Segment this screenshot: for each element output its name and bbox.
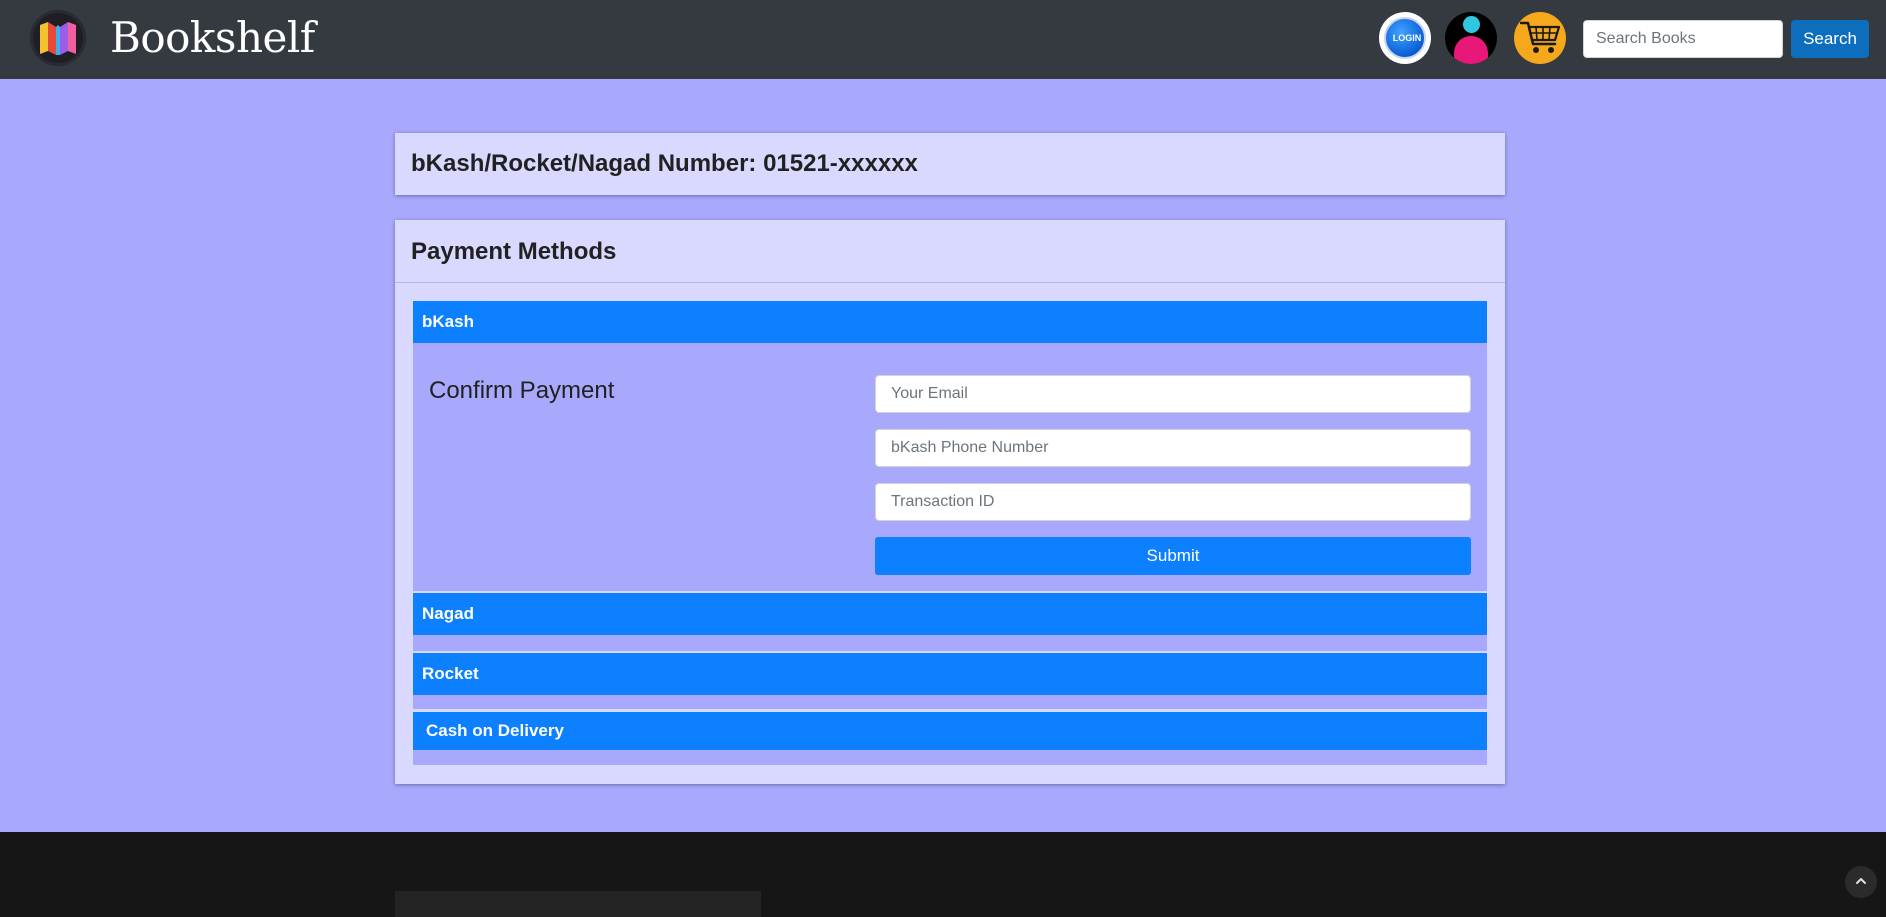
shopping-cart-icon[interactable] bbox=[1514, 12, 1566, 64]
method-nagad-header[interactable]: Nagad bbox=[413, 593, 1487, 635]
login-badge-icon[interactable]: LOGIN bbox=[1379, 12, 1431, 64]
method-rocket-panel bbox=[413, 695, 1487, 709]
search-button[interactable]: Search bbox=[1791, 20, 1869, 58]
brand-name[interactable]: Bookshelf bbox=[110, 10, 315, 66]
payment-methods-title: Payment Methods bbox=[411, 238, 617, 265]
method-cod-header[interactable]: Cash on Delivery bbox=[413, 712, 1487, 750]
transaction-id-field[interactable] bbox=[875, 483, 1471, 521]
footer-block bbox=[395, 891, 761, 917]
bkash-phone-field[interactable] bbox=[875, 429, 1471, 467]
confirm-payment-title: Confirm Payment bbox=[429, 377, 615, 404]
payment-number-card: bKash/Rocket/Nagad Number: 01521-xxxxxx bbox=[395, 133, 1505, 195]
footer bbox=[0, 832, 1886, 917]
email-field[interactable] bbox=[875, 375, 1471, 413]
method-rocket-header[interactable]: Rocket bbox=[413, 653, 1487, 695]
method-bkash-header[interactable]: bKash bbox=[413, 301, 1487, 343]
navbar: Bookshelf LOGIN Search bbox=[0, 0, 1886, 79]
search-input[interactable] bbox=[1583, 20, 1783, 58]
submit-button[interactable]: Submit bbox=[875, 537, 1471, 575]
login-label: LOGIN bbox=[1392, 33, 1422, 43]
method-cod-panel bbox=[413, 750, 1487, 765]
book-logo-icon[interactable] bbox=[30, 10, 86, 66]
method-nagad-panel bbox=[413, 635, 1487, 651]
payment-number-title: bKash/Rocket/Nagad Number: 01521-xxxxxx bbox=[411, 150, 918, 177]
payment-methods-header: Payment Methods bbox=[395, 220, 1505, 283]
payment-methods-card: Payment Methods bKash Confirm Payment Su… bbox=[395, 220, 1505, 784]
user-profile-icon[interactable] bbox=[1445, 12, 1497, 64]
method-bkash-panel: Confirm Payment Submit bbox=[413, 343, 1487, 591]
chevron-up-icon[interactable] bbox=[1845, 866, 1877, 898]
